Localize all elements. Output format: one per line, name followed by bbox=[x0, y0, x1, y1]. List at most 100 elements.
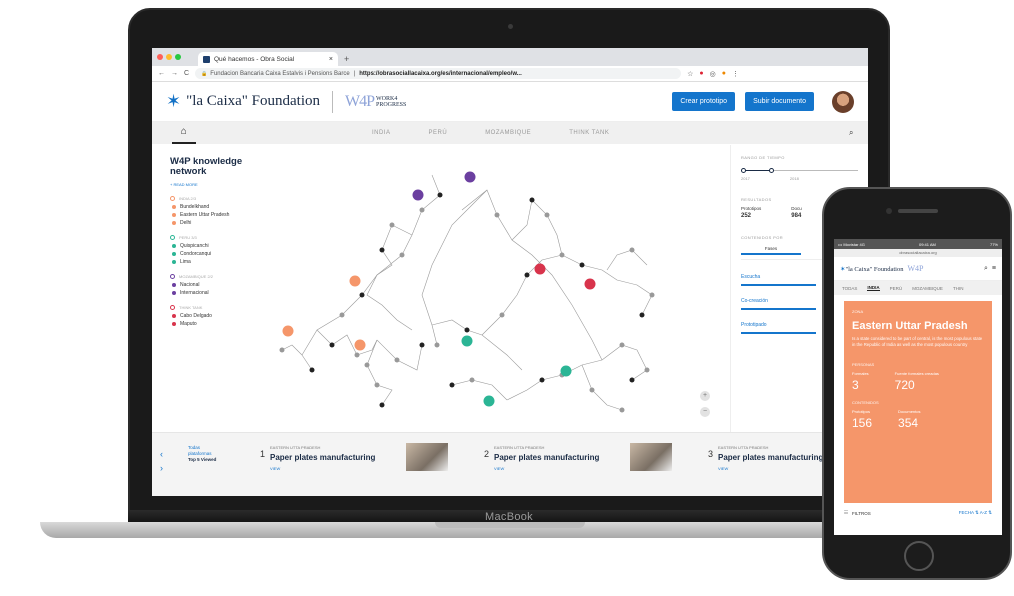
graph-node[interactable] bbox=[539, 377, 545, 383]
phone-logo[interactable]: ✶"la Caixa" Foundation bbox=[840, 265, 903, 273]
card-view-link[interactable]: VIEW bbox=[494, 466, 504, 471]
result-prototypes[interactable]: Prototipos 252 bbox=[741, 206, 761, 219]
graph-node[interactable] bbox=[379, 402, 385, 408]
top-viewed-card[interactable]: 2 EASTERN UTTA PRADESH Paper plates manu… bbox=[484, 441, 684, 481]
filter-listening[interactable]: Escucha bbox=[741, 270, 816, 286]
legend-item[interactable]: Delhi bbox=[172, 220, 270, 226]
graph-node[interactable] bbox=[309, 367, 315, 373]
graph-node[interactable] bbox=[579, 262, 585, 268]
graph-node[interactable] bbox=[649, 292, 655, 298]
legend-item[interactable]: Bundelkhand bbox=[172, 204, 270, 210]
tab-mozambique[interactable]: MOZAMBIQUE bbox=[485, 130, 531, 136]
legend-item[interactable]: Quispicanchi bbox=[172, 243, 270, 249]
slider-handle-end[interactable] bbox=[769, 168, 774, 173]
graph-node[interactable] bbox=[399, 252, 405, 258]
graph-node[interactable] bbox=[379, 247, 385, 253]
graph-node-mozambique[interactable] bbox=[464, 171, 476, 183]
maximize-window-button[interactable] bbox=[175, 54, 181, 60]
legend-item[interactable]: Internacional bbox=[172, 290, 270, 296]
tab-peru[interactable]: PERÚ bbox=[890, 286, 903, 291]
graph-node[interactable] bbox=[629, 247, 635, 253]
graph-node[interactable] bbox=[644, 367, 650, 373]
graph-node[interactable] bbox=[449, 382, 455, 388]
graph-node[interactable] bbox=[394, 357, 400, 363]
search-icon[interactable]: ⌕ bbox=[984, 265, 988, 273]
time-range-slider[interactable] bbox=[741, 166, 858, 180]
home-icon[interactable]: ⌂ bbox=[172, 126, 196, 144]
graph-node[interactable] bbox=[329, 342, 335, 348]
result-documents[interactable]: Docu 984 bbox=[791, 206, 802, 219]
carousel-prev-button[interactable]: ‹ bbox=[160, 447, 163, 461]
legend-item[interactable]: Condorcanqui bbox=[172, 251, 270, 257]
filter-prototyping[interactable]: Prototipado bbox=[741, 318, 816, 334]
phone-url-bar[interactable]: obrasociallacaixa.org bbox=[834, 249, 1002, 257]
new-tab-button[interactable]: + bbox=[344, 54, 349, 64]
tab-india[interactable]: INDIA bbox=[867, 285, 880, 291]
phone-home-button[interactable] bbox=[904, 541, 934, 571]
legend-item[interactable]: Maputo bbox=[172, 321, 270, 327]
graph-node-peru[interactable] bbox=[560, 365, 572, 377]
graph-node[interactable] bbox=[464, 327, 470, 333]
graph-node-peru[interactable] bbox=[483, 395, 495, 407]
graph-node[interactable] bbox=[524, 272, 530, 278]
zoom-in-button[interactable]: + bbox=[700, 391, 710, 401]
graph-node-peru[interactable] bbox=[461, 335, 473, 347]
graph-node[interactable] bbox=[359, 292, 365, 298]
graph-node[interactable] bbox=[529, 197, 535, 203]
graph-node[interactable] bbox=[354, 352, 360, 358]
extension-icon[interactable]: ◎ bbox=[710, 70, 716, 78]
graph-node[interactable] bbox=[629, 377, 635, 383]
graph-node-think-tank[interactable] bbox=[584, 278, 596, 290]
graph-node[interactable] bbox=[389, 222, 395, 228]
legend-item[interactable]: Nacional bbox=[172, 282, 270, 288]
graph-node-think-tank[interactable] bbox=[534, 263, 546, 275]
graph-node[interactable] bbox=[419, 207, 425, 213]
avatar[interactable] bbox=[832, 90, 854, 113]
subtab-phases[interactable]: Fases bbox=[741, 246, 801, 255]
url-field[interactable]: 🔒 Fundacion Bancaria Caixa Estalvis i Pe… bbox=[195, 68, 682, 79]
card-view-link[interactable]: VIEW bbox=[270, 466, 280, 471]
graph-node[interactable] bbox=[589, 387, 595, 393]
graph-node[interactable] bbox=[639, 312, 645, 318]
tab-think-tank[interactable]: THINK TANK bbox=[569, 130, 609, 136]
legend-item[interactable]: Eastern Uttar Pradesh bbox=[172, 212, 270, 218]
hamburger-menu-icon[interactable]: ≡ bbox=[992, 265, 996, 273]
graph-node[interactable] bbox=[374, 382, 380, 388]
graph-node[interactable] bbox=[437, 192, 443, 198]
filter-icon[interactable]: ☷ bbox=[844, 510, 848, 516]
lacaixa-logo[interactable]: ✶ "la Caixa" Foundation bbox=[166, 91, 320, 112]
legend-item[interactable]: Cabo Delgado bbox=[172, 313, 270, 319]
graph-node[interactable] bbox=[364, 362, 370, 368]
upload-document-button[interactable]: Subir documento bbox=[745, 92, 814, 111]
browser-tab[interactable]: Qué hacemos - Obra Social × bbox=[198, 52, 338, 66]
graph-node-india[interactable] bbox=[282, 325, 294, 337]
graph-node[interactable] bbox=[619, 342, 625, 348]
graph-node[interactable] bbox=[469, 377, 475, 383]
graph-node-mozambique[interactable] bbox=[412, 189, 424, 201]
graph-node[interactable] bbox=[434, 342, 440, 348]
tab-close-icon[interactable]: × bbox=[329, 56, 333, 63]
tab-all[interactable]: TODAS bbox=[842, 286, 857, 291]
w4p-logo[interactable]: W4P WORK4 PROGRESS bbox=[345, 93, 406, 111]
filter-co-creation[interactable]: Co-creación bbox=[741, 294, 816, 310]
minimize-window-button[interactable] bbox=[166, 54, 172, 60]
extension-icon[interactable]: ● bbox=[699, 70, 703, 78]
reload-button[interactable]: C bbox=[184, 70, 189, 77]
tab-peru[interactable]: PERÚ bbox=[429, 130, 448, 136]
close-window-button[interactable] bbox=[157, 54, 163, 60]
read-more-link[interactable]: + READ MORE bbox=[170, 182, 270, 187]
knowledge-network-graph[interactable] bbox=[272, 155, 712, 425]
graph-node[interactable] bbox=[559, 252, 565, 258]
extension-icon[interactable]: ● bbox=[722, 70, 726, 78]
tab-mozambique[interactable]: MOZAMBIQUE bbox=[912, 286, 943, 291]
top-viewed-card[interactable]: 1 EASTERN UTTA PRADESH Paper plates manu… bbox=[260, 441, 460, 481]
tab-india[interactable]: INDIA bbox=[372, 130, 391, 136]
graph-node[interactable] bbox=[419, 342, 425, 348]
graph-node[interactable] bbox=[619, 407, 625, 413]
phone-w4p-logo[interactable]: W4P bbox=[907, 264, 923, 273]
graph-node[interactable] bbox=[544, 212, 550, 218]
graph-node[interactable] bbox=[339, 312, 345, 318]
create-prototype-button[interactable]: Crear prototipo bbox=[672, 92, 736, 111]
filter-label[interactable]: FILTROS bbox=[852, 511, 871, 516]
search-icon[interactable]: ⌕ bbox=[849, 128, 854, 138]
